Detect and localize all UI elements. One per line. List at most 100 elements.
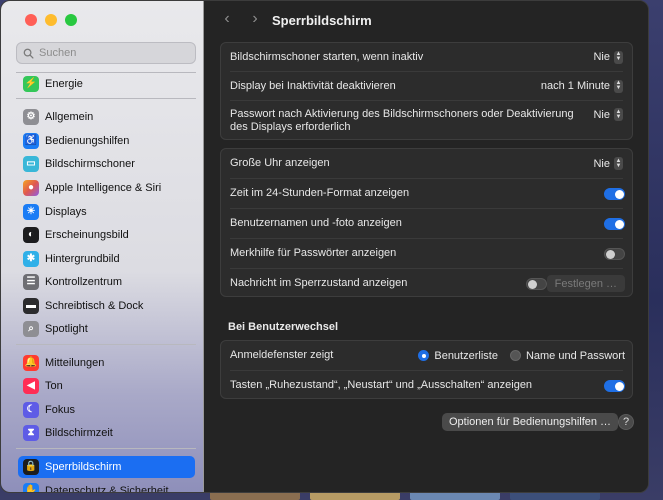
sidebar-item-bildschirmschoner[interactable]: ▭ Bildschirmschoner — [18, 153, 195, 175]
main-panel: ‹ › Sperrbildschirm Bildschirmschoner st… — [205, 1, 648, 492]
back-button[interactable]: ‹ — [219, 11, 235, 28]
settings-group-user-switch: Anmeldefenster zeigt Benutzerliste Name … — [220, 340, 633, 399]
setting-label: Bildschirmschoner starten, wenn inaktiv — [230, 50, 424, 63]
sidebar-item-label: Kontrollzentrum — [45, 276, 123, 288]
accessibility-options-button[interactable]: Optionen für Bedienungshilfen … — [442, 413, 619, 431]
setting-row-password: Passwort nach Aktivierung des Bildschirm… — [221, 101, 632, 140]
sidebar-item-label: Ton — [45, 380, 63, 392]
setting-label: Passwort nach Aktivierung des Bildschirm… — [230, 107, 574, 133]
toggle-lock-message[interactable] — [526, 277, 547, 290]
sidebar-item-ton[interactable]: ◀ Ton — [18, 375, 195, 397]
sidebar-item-label: Bedienungshilfen — [45, 135, 130, 147]
moon-icon: ☾ — [23, 402, 39, 418]
sidebar: ⚡ Energie ⚙ Allgemein ♿ Bedienungshilfen… — [1, 1, 204, 492]
settings-group-lockscreen: Große Uhr anzeigen Nie ▲ ▼ Zeit im 24-Stu… — [220, 148, 633, 297]
search-icon — [23, 48, 34, 59]
updown-chevron-icon: ▲ ▼ — [614, 79, 623, 93]
battery-icon: ⚡ — [23, 76, 39, 92]
close-button[interactable] — [25, 14, 37, 26]
siri-icon: ● — [23, 180, 39, 196]
set-message-button[interactable]: Festlegen … — [546, 275, 625, 292]
updown-chevron-icon: ▲ ▼ — [614, 50, 623, 64]
sidebar-item-label: Hintergrundbild — [45, 253, 120, 265]
setting-row-username-photo: Benutzernamen und -foto anzeigen — [221, 209, 632, 238]
setting-row-lock-message: Nachricht im Sperrzustand anzeigen Festl… — [221, 269, 632, 298]
spotlight-icon: ⌕ — [23, 321, 39, 337]
search-input[interactable] — [39, 47, 189, 59]
setting-label: Benutzernamen und -foto anzeigen — [230, 217, 402, 229]
forward-button[interactable]: › — [247, 11, 263, 28]
radio-label: Name und Passwort — [525, 349, 625, 362]
toggle-password-hint[interactable] — [604, 247, 625, 260]
sidebar-item-spotlight[interactable]: ⌕ Spotlight — [18, 318, 195, 340]
sidebar-item-label: Spotlight — [45, 323, 88, 335]
speaker-icon: ◀ — [23, 378, 39, 394]
sidebar-item-label: Schreibtisch & Dock — [45, 300, 144, 312]
toggle-24h[interactable] — [604, 187, 625, 200]
toggle-username-photo[interactable] — [604, 217, 625, 230]
sidebar-item-label: Apple Intelligence & Siri — [45, 182, 162, 194]
popup-value: Nie — [593, 157, 610, 170]
display-off-popup[interactable]: nach 1 Minute ▲ ▼ — [541, 79, 623, 93]
setting-row-password-hint: Merkhilfe für Passwörter anzeigen — [221, 239, 632, 268]
sidebar-item-datenschutz[interactable]: ✋ Datenschutz & Sicherheit — [18, 480, 195, 493]
sidebar-item-label: Datenschutz & Sicherheit — [45, 485, 169, 493]
sidebar-item-label: Bildschirmzeit — [45, 427, 113, 439]
minimize-button[interactable] — [45, 14, 57, 26]
dock-icon: ▬ — [23, 298, 39, 314]
radio-label: Benutzerliste — [434, 349, 498, 362]
toggle-knob — [615, 219, 624, 229]
toggle-power-keys[interactable] — [604, 379, 625, 392]
window-controls — [25, 14, 77, 26]
screensaver-popup[interactable]: Nie ▲ ▼ — [593, 50, 623, 64]
sidebar-item-mitteilungen[interactable]: 🔔 Mitteilungen — [18, 352, 195, 374]
sidebar-item-allgemein[interactable]: ⚙ Allgemein — [18, 106, 195, 128]
sidebar-item-apple-intelligence[interactable]: ● Apple Intelligence & Siri — [18, 177, 195, 199]
help-button[interactable]: ? — [618, 414, 634, 430]
sidebar-item-label: Allgemein — [45, 111, 94, 123]
setting-label: Anmeldefenster zeigt — [230, 349, 334, 361]
sidebar-item-erscheinungsbild[interactable]: ◐ Erscheinungsbild — [18, 224, 195, 246]
radio-indicator — [509, 350, 521, 361]
setting-label: Display bei Inaktivität deaktivieren — [230, 79, 396, 92]
search-field[interactable] — [16, 42, 196, 64]
sun-icon: ☀ — [23, 204, 39, 220]
setting-row-power-keys: Tasten „Ruhezustand“, „Neustart“ und „Au… — [221, 371, 632, 400]
radio-indicator — [418, 350, 430, 361]
setting-label: Tasten „Ruhezustand“, „Neustart“ und „Au… — [230, 379, 533, 391]
toggle-knob — [606, 249, 615, 259]
sidebar-divider — [16, 98, 196, 99]
sidebar-item-bedienungshilfen[interactable]: ♿ Bedienungshilfen — [18, 130, 195, 152]
sidebar-item-label: Sperrbildschirm — [45, 461, 122, 473]
setting-label: Nachricht im Sperrzustand anzeigen — [230, 277, 408, 289]
password-popup[interactable]: Nie ▲ ▼ — [593, 108, 623, 121]
lock-icon: 🔒 — [23, 459, 39, 475]
toolbar: ‹ › Sperrbildschirm — [205, 1, 648, 39]
big-clock-popup[interactable]: Nie ▲ ▼ — [593, 157, 623, 170]
maximize-button[interactable] — [65, 14, 77, 26]
toggle-knob — [615, 381, 624, 391]
sidebar-item-kontrollzentrum[interactable]: ☰ Kontrollzentrum — [18, 271, 195, 293]
sidebar-item-energie[interactable]: ⚡ Energie — [18, 73, 195, 95]
popup-value: Nie — [593, 51, 610, 63]
sidebar-item-displays[interactable]: ☀ Displays — [18, 201, 195, 223]
sidebar-item-fokus[interactable]: ☾ Fokus — [18, 399, 195, 421]
sidebar-item-hintergrundbild[interactable]: ✱ Hintergrundbild — [18, 248, 195, 270]
page-title: Sperrbildschirm — [272, 13, 372, 28]
setting-label: Große Uhr anzeigen — [230, 157, 330, 169]
sidebar-item-label: Erscheinungsbild — [45, 229, 129, 241]
sidebar-item-label: Fokus — [45, 404, 75, 416]
sidebar-item-sperrbildschirm[interactable]: 🔒 Sperrbildschirm — [18, 456, 195, 478]
hand-icon: ✋ — [23, 483, 39, 492]
updown-chevron-icon: ▲ ▼ — [614, 108, 623, 121]
setting-label: Zeit im 24-Stunden-Format anzeigen — [230, 187, 410, 199]
sidebar-item-schreibtisch-dock[interactable]: ▬ Schreibtisch & Dock — [18, 295, 195, 317]
screensaver-icon: ▭ — [23, 156, 39, 172]
radio-user-list[interactable]: Benutzerliste — [418, 350, 498, 362]
setting-label: Merkhilfe für Passwörter anzeigen — [230, 247, 397, 259]
radio-name-password[interactable]: Name und Passwort — [509, 349, 625, 362]
login-window-radio-group: Benutzerliste Name und Passwort — [418, 350, 625, 362]
sidebar-item-bildschirmzeit[interactable]: ⧗ Bildschirmzeit — [18, 422, 195, 444]
settings-group-screensaver: Bildschirmschoner starten, wenn inaktiv … — [220, 42, 633, 140]
gear-icon: ⚙ — [23, 109, 39, 125]
